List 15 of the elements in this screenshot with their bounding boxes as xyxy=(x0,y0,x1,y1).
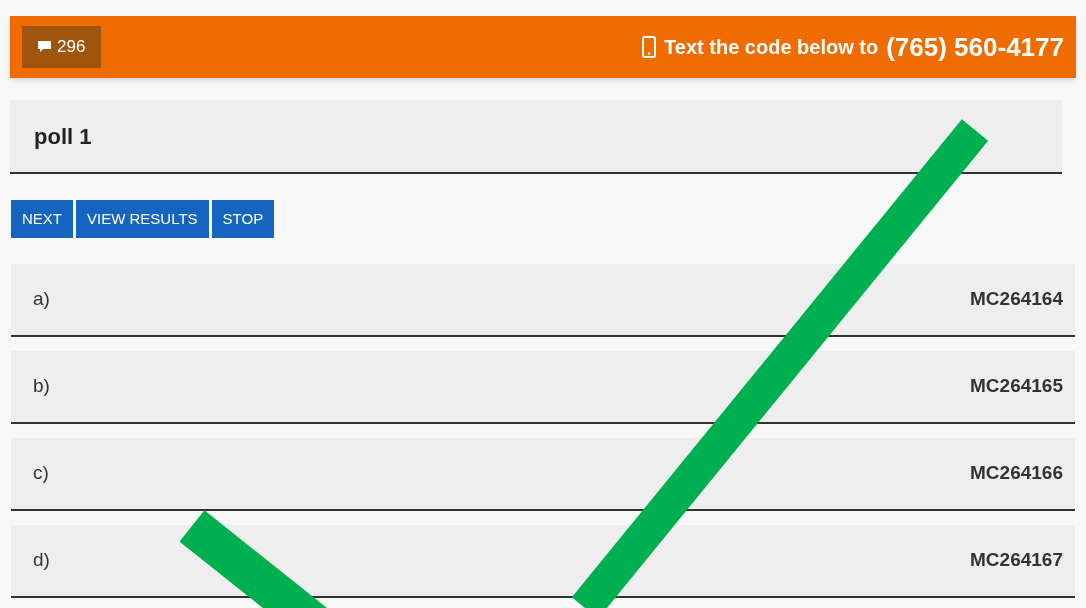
action-button[interactable]: STOP xyxy=(211,200,275,238)
option-code: MC264166 xyxy=(970,461,1063,486)
option-code: MC264165 xyxy=(970,374,1063,399)
option-label: d) xyxy=(33,548,50,573)
response-count: 296 xyxy=(57,36,86,59)
action-button[interactable]: NEXT xyxy=(11,200,73,238)
phone-number: (765) 560-4177 xyxy=(886,30,1064,64)
option-label: c) xyxy=(33,461,49,486)
option-label: b) xyxy=(33,374,50,399)
instruction-text: Text the code below to xyxy=(664,35,879,60)
option-label: a) xyxy=(33,287,50,312)
poll-title: poll 1 xyxy=(34,122,92,151)
option-code: MC264164 xyxy=(970,287,1063,312)
option-code: MC264167 xyxy=(970,548,1063,573)
action-button[interactable]: VIEW RESULTS xyxy=(76,200,209,238)
